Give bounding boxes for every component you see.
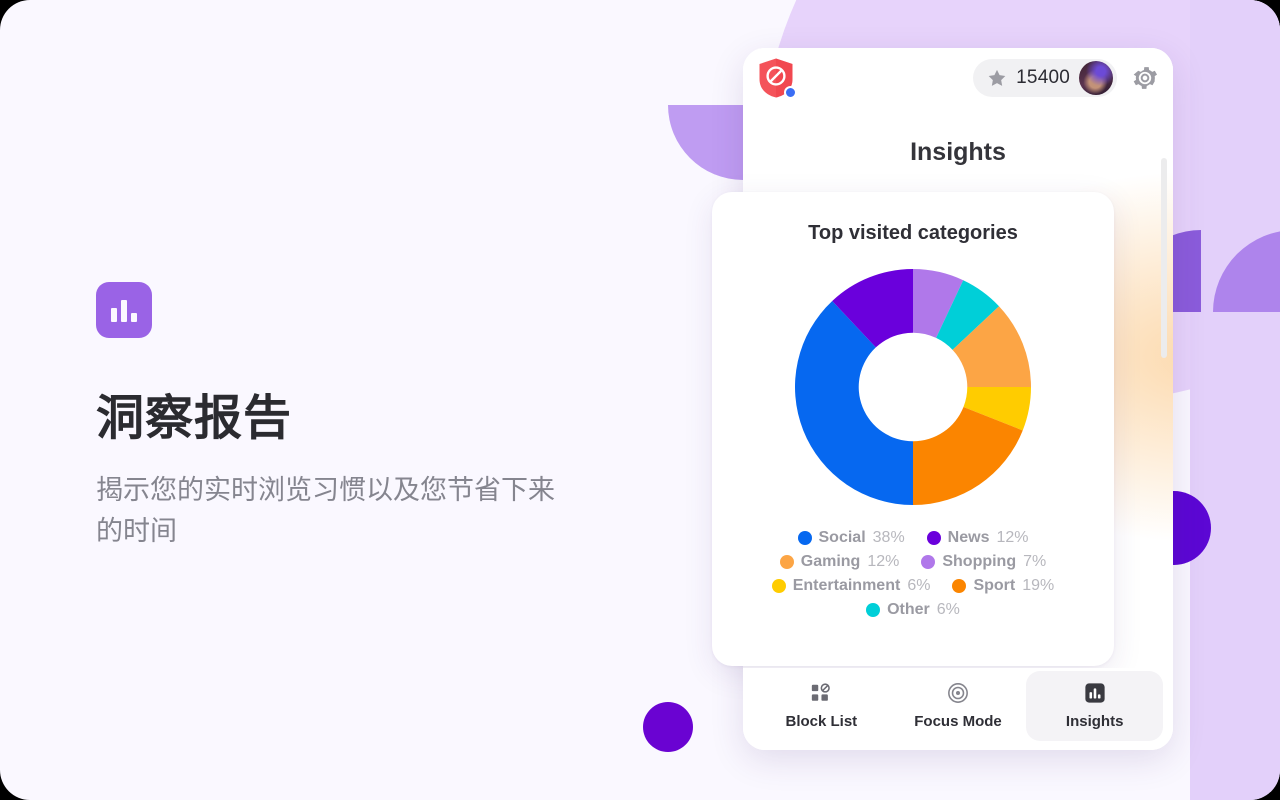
legend-percent: 19% <box>1022 577 1055 594</box>
legend-row: Entertainment 6% Sport 19% <box>734 577 1092 595</box>
legend-label: Gaming <box>800 553 861 570</box>
legend-percent: 12% <box>867 553 900 570</box>
legend-color-dot <box>866 603 881 617</box>
nav-item-insights[interactable]: Insights <box>1026 671 1164 741</box>
score-badge[interactable]: 15400 <box>973 59 1117 97</box>
legend-item[interactable]: Social 38% <box>797 529 905 547</box>
legend-item[interactable]: News 12% <box>926 529 1029 547</box>
chart-title: Top visited categories <box>808 222 1018 244</box>
screen-canvas: 洞察报告 揭示您的实时浏览习惯以及您节省下来的时间 15400 Insights… <box>0 0 1280 800</box>
legend-percent: 6% <box>936 601 960 618</box>
legend-color-dot <box>797 531 812 545</box>
decor-right-panel <box>1190 0 1280 800</box>
star-icon <box>988 69 1006 86</box>
legend-color-dot <box>771 579 786 593</box>
chart-legend: Social 38% News 12% Gaming 12% Shopping 7% Enter… <box>734 529 1092 619</box>
legend-label: Entertainment <box>792 577 901 594</box>
legend-row: Social 38% News 12% <box>734 529 1092 547</box>
legend-label: Sport <box>973 577 1016 594</box>
legend-item[interactable]: Shopping 7% <box>921 553 1046 571</box>
legend-item[interactable]: Other 6% <box>866 601 960 619</box>
legend-item[interactable]: Gaming 12% <box>779 553 900 571</box>
nav-item-block-list[interactable]: Block List <box>753 671 890 741</box>
bar-chart-icon <box>96 282 152 338</box>
nav-label: Block List <box>785 713 858 730</box>
legend-color-dot <box>779 555 794 569</box>
target-icon <box>948 683 968 703</box>
nav-label: Insights <box>1065 713 1124 730</box>
gear-icon[interactable] <box>1131 64 1159 92</box>
nav-label: Focus Mode <box>914 713 1002 730</box>
nav-item-focus-mode[interactable]: Focus Mode <box>890 671 1027 741</box>
status-dot-badge <box>784 86 797 99</box>
chart-card: Top visited categories Social 38% News 12% G… <box>712 192 1114 666</box>
block-list-icon <box>812 683 831 701</box>
bar-chart-icon <box>1085 683 1105 703</box>
legend-percent: 38% <box>872 529 905 546</box>
scrollbar-thumb[interactable] <box>1161 158 1167 358</box>
legend-item[interactable]: Entertainment 6% <box>771 577 931 595</box>
legend-label: Other <box>887 601 930 618</box>
legend-percent: 7% <box>1023 553 1047 570</box>
legend-color-dot <box>952 579 967 593</box>
legend-row: Other 6% <box>734 601 1092 619</box>
legend-color-dot <box>921 555 936 569</box>
legend-percent: 6% <box>907 577 931 594</box>
bottom-nav: Block List Focus Mode Insights <box>743 668 1173 750</box>
page-subtitle: 揭示您的实时浏览习惯以及您节省下来的时间 <box>96 475 555 547</box>
avatar[interactable] <box>1079 61 1113 95</box>
hero-block: 洞察报告 揭示您的实时浏览习惯以及您节省下来的时间 <box>96 282 616 552</box>
app-page-title: Insights <box>910 138 1006 166</box>
donut-chart-svg <box>795 269 1031 505</box>
legend-percent: 12% <box>996 529 1029 546</box>
decor-circle-small <box>643 702 693 752</box>
blocked-shield-icon[interactable] <box>757 57 797 99</box>
legend-color-dot <box>926 531 941 545</box>
page-title: 洞察报告 <box>96 392 293 445</box>
legend-item[interactable]: Sport 19% <box>952 577 1054 595</box>
donut-chart <box>793 267 1033 507</box>
legend-label: Shopping <box>942 553 1017 570</box>
legend-label: News <box>947 529 990 546</box>
score-value: 15400 <box>1016 67 1070 88</box>
app-header: 15400 <box>743 48 1173 108</box>
legend-row: Gaming 12% Shopping 7% <box>734 553 1092 571</box>
legend-label: Social <box>818 529 866 546</box>
